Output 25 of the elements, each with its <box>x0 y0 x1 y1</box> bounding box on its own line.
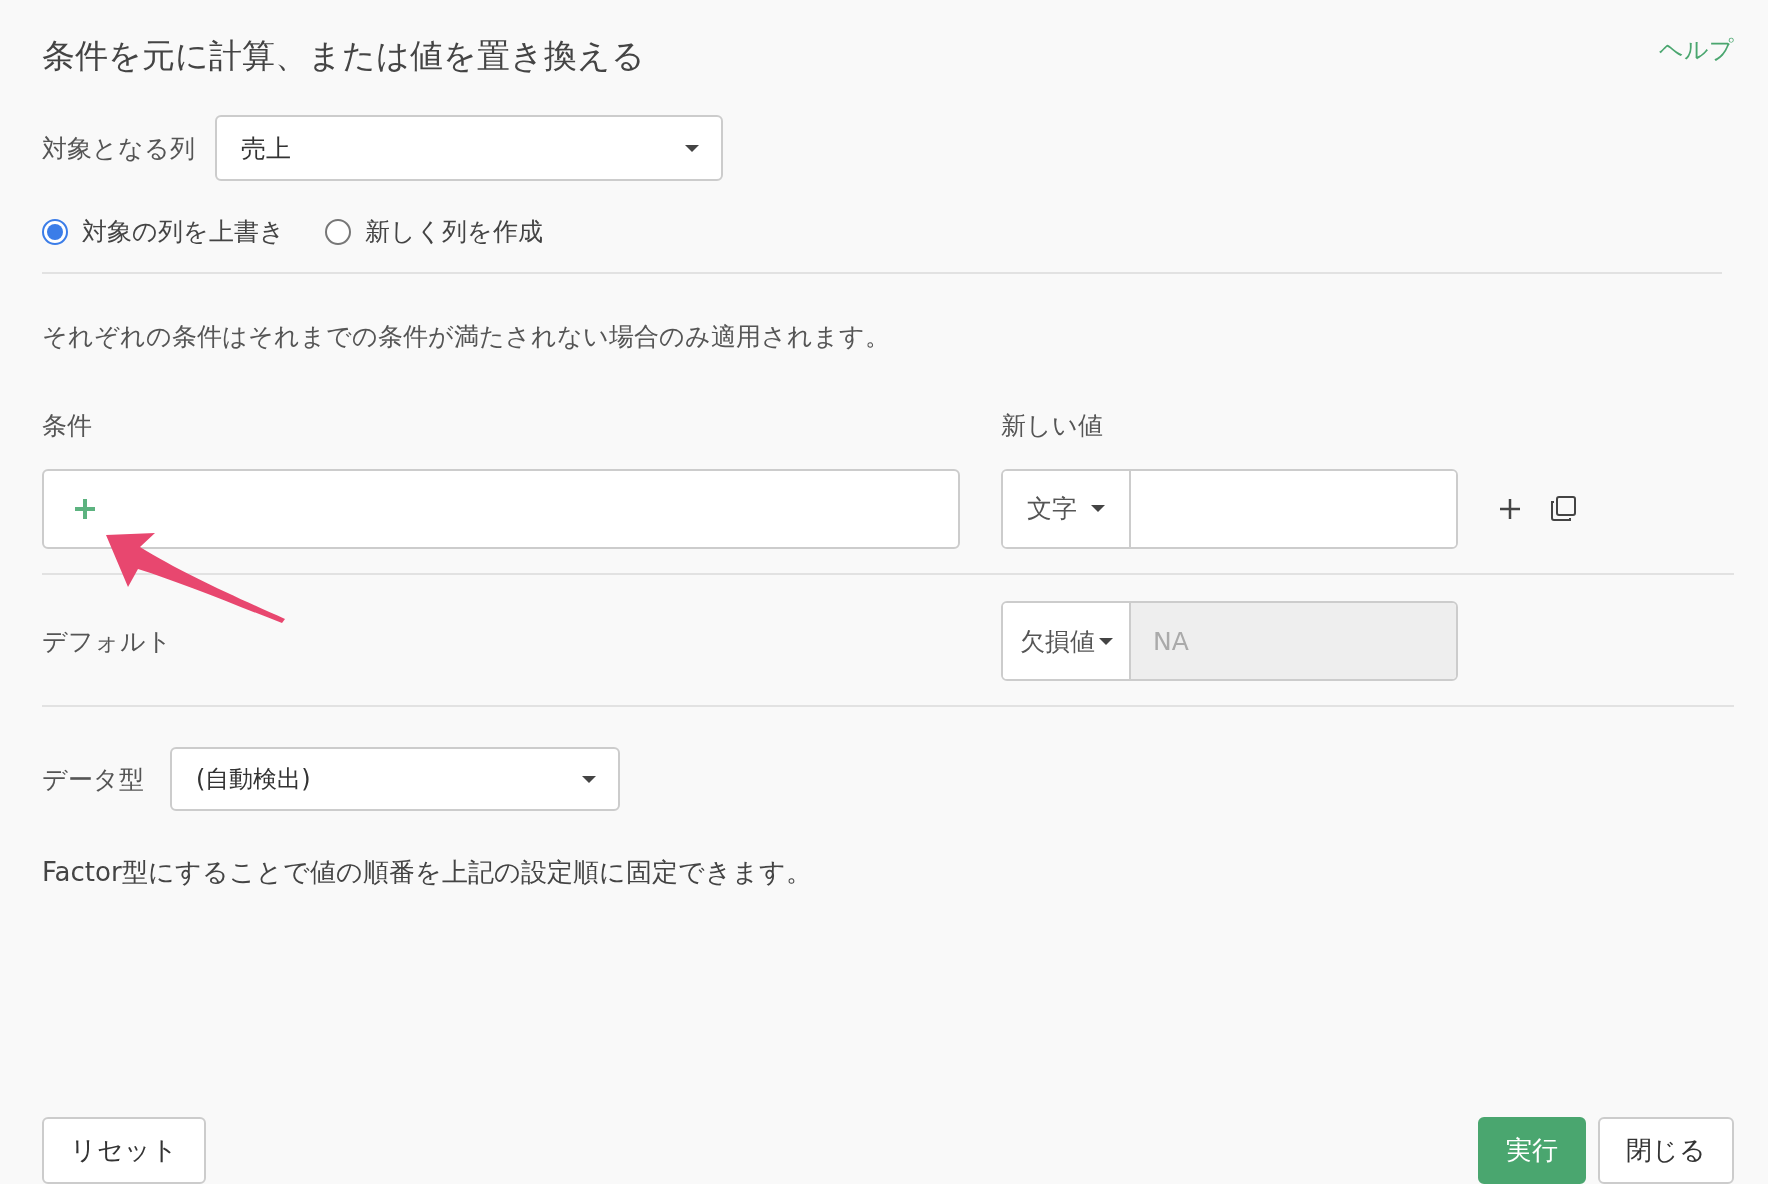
add-icon[interactable] <box>1499 497 1521 520</box>
new-value-field[interactable]: 文字 <box>1001 468 1458 549</box>
caret-icon <box>685 144 699 152</box>
condition-field[interactable] <box>42 468 960 549</box>
field-label: 対象となる列 <box>42 132 195 165</box>
data-type-select[interactable]: (自動検出) <box>170 747 620 811</box>
caret-icon <box>582 775 596 783</box>
caret-icon <box>1091 505 1105 512</box>
row-label: デフォルト <box>42 625 173 658</box>
radio-label[interactable]: 新しく列を作成 <box>365 215 543 248</box>
column-header: 新しい値 <box>1001 410 1104 442</box>
action-button[interactable]: 閉じる <box>1598 1117 1734 1184</box>
dialog-title: 条件を元に計算、または値を置き換える <box>42 35 645 77</box>
radio-button[interactable] <box>42 218 68 245</box>
info-text: Factor型にすることで値の順番を上記の設定順に固定できます。 <box>42 856 813 889</box>
radio-button[interactable] <box>325 218 351 245</box>
column-header: 条件 <box>42 410 93 442</box>
column-select[interactable]: 売上 <box>215 115 723 181</box>
caret-icon <box>1098 637 1113 645</box>
radio-label[interactable]: 対象の列を上書き <box>82 215 285 248</box>
field-label: データ型 <box>42 763 144 796</box>
type-dropdown[interactable]: 文字 <box>1027 492 1077 525</box>
info-text: それぞれの条件はそれまでの条件が満たされない場合のみ適用されます。 <box>42 321 891 353</box>
copy-icon[interactable] <box>1549 494 1577 523</box>
action-button[interactable]: リセット <box>42 1117 206 1184</box>
